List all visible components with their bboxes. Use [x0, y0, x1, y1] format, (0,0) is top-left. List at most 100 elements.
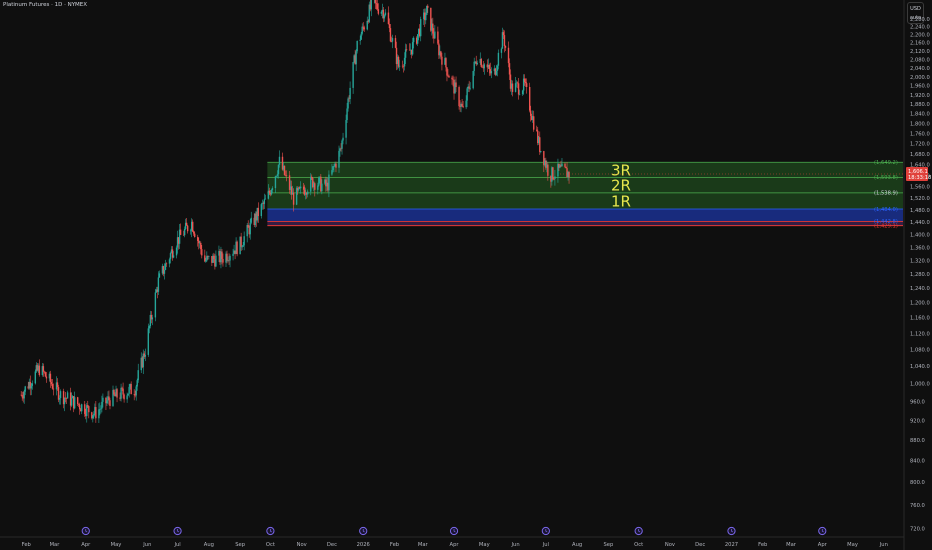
candle-body — [564, 163, 566, 167]
price-tick-label: 1,960.0 — [910, 84, 930, 90]
candle-body — [295, 188, 298, 205]
candle-body — [397, 56, 400, 67]
candle-body — [201, 249, 203, 256]
candle-body — [332, 166, 334, 171]
candle-body — [194, 233, 196, 237]
event-clock-icon[interactable] — [634, 526, 643, 536]
time-tick-label: Jun — [879, 542, 888, 548]
price-tick-label: 2,240.0 — [910, 25, 930, 31]
candle-body — [77, 404, 80, 405]
candle-body — [561, 163, 563, 167]
candle-body — [335, 163, 337, 168]
candle-body — [168, 259, 171, 264]
candle-body — [30, 385, 32, 389]
event-clock-icon[interactable] — [818, 526, 827, 536]
event-clock-icon[interactable] — [359, 526, 368, 536]
events-layer — [81, 526, 827, 536]
event-clock-icon[interactable] — [727, 526, 736, 536]
candle-body — [403, 57, 406, 67]
time-tick-label: Apr — [450, 542, 460, 548]
candle-body — [241, 246, 243, 248]
price-tick-label: 960.0 — [910, 399, 925, 405]
candle-body — [135, 386, 137, 396]
candle-body — [452, 79, 454, 80]
event-clock-icon[interactable] — [173, 526, 182, 536]
candle-body — [455, 82, 457, 88]
event-clock-icon[interactable] — [541, 526, 550, 536]
candle-body — [144, 354, 146, 357]
candle-body — [476, 62, 478, 65]
candle-body — [189, 230, 192, 232]
candle-body — [533, 116, 535, 130]
candle-body — [469, 88, 471, 89]
candle-body — [362, 26, 364, 28]
candle-body — [66, 392, 69, 399]
time-tick-label: May — [847, 542, 858, 548]
candle-body — [376, 3, 379, 10]
price-tick-label: 1,760.0 — [910, 131, 930, 137]
candle-body — [276, 174, 279, 176]
candle-body — [565, 166, 567, 169]
candle-body — [292, 192, 295, 205]
candle-body — [388, 24, 391, 29]
level-price-label: (1,429.1) — [874, 223, 898, 229]
candle-body — [226, 253, 228, 261]
candle-body — [383, 15, 386, 19]
candle-body — [540, 151, 542, 152]
candle-body — [317, 185, 319, 190]
candle-body — [86, 405, 88, 417]
candle-body — [389, 28, 392, 42]
price-tick-label: 2,040.0 — [910, 66, 930, 72]
event-clock-icon[interactable] — [449, 526, 459, 536]
candle-body — [147, 328, 150, 355]
time-tick-label: Jul — [173, 542, 180, 548]
candle-body — [465, 100, 467, 108]
candle-body — [384, 12, 387, 16]
price-tick-label: 2,000.0 — [910, 75, 930, 81]
price-chart[interactable]: 720.0 760.0 800.0 840.0 880.0 920.0 960.0 1,000… — [0, 0, 932, 550]
price-tick-label: 1,560.0 — [910, 185, 930, 191]
price-axis[interactable]: 720.0 760.0 800.0 840.0 880.0 920.0 960.0 1,000… — [903, 0, 930, 550]
time-tick-label: Aug — [204, 542, 214, 548]
event-clock-icon[interactable] — [81, 526, 90, 536]
price-tick-label: 1,480.0 — [910, 208, 930, 214]
candle-body — [448, 75, 450, 78]
candle-body — [277, 164, 280, 175]
candle-body — [45, 376, 48, 379]
zone-band — [267, 162, 903, 178]
event-clock-icon[interactable] — [266, 526, 275, 536]
candle-body — [240, 236, 242, 247]
price-tick-label: 760.0 — [910, 503, 925, 509]
candle-body — [342, 137, 344, 141]
candle-body — [87, 405, 89, 407]
candle-body — [163, 269, 166, 274]
candle-body — [283, 165, 286, 175]
candle-body — [236, 241, 238, 255]
time-tick-label: 2027 — [725, 542, 738, 548]
candle-body — [461, 103, 463, 107]
candle-body — [466, 88, 468, 101]
candle-body — [197, 236, 199, 242]
candle-body — [42, 366, 45, 372]
candle-body — [24, 386, 26, 392]
zone-band — [267, 177, 903, 193]
candle-body — [394, 38, 397, 48]
candle-body — [206, 256, 208, 261]
price-tick-label: 1,920.0 — [910, 93, 930, 99]
price-tick-label: 1,680.0 — [910, 152, 930, 158]
candle-body — [568, 171, 570, 178]
candle-body — [63, 397, 66, 405]
candle-body — [502, 32, 505, 36]
candle-body — [34, 371, 37, 384]
candle-body — [100, 408, 102, 410]
candle-body — [193, 231, 195, 234]
candle-body — [488, 65, 491, 70]
candle-body — [314, 183, 316, 190]
time-axis[interactable]: Feb Mar Apr May Jun Jul Aug Sep Oct Nov Dec 2026 Feb… — [0, 536, 904, 548]
candle-body — [183, 228, 186, 236]
candle-body — [490, 71, 493, 74]
candle-body — [355, 51, 357, 65]
time-tick-label: Nov — [297, 542, 307, 548]
price-tick-label: 1,400.0 — [910, 233, 930, 239]
candle-body — [109, 400, 111, 406]
